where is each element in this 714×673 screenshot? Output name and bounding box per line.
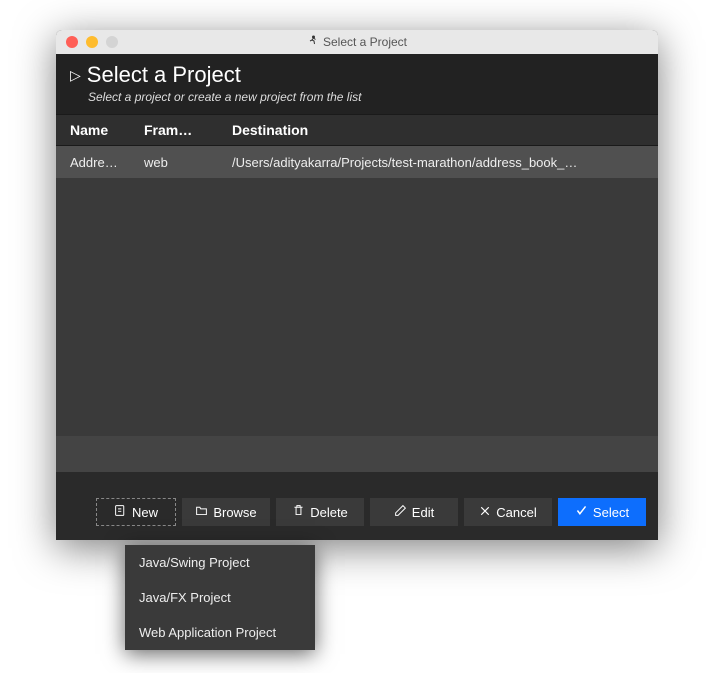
project-table: Name Fram… Destination Addre… web /Users…: [56, 114, 658, 472]
new-button[interactable]: New: [96, 498, 176, 526]
header-title-row: ▷ Select a Project: [70, 62, 644, 88]
dropdown-item-javafx[interactable]: Java/FX Project: [125, 580, 315, 615]
table-row[interactable]: Addre… web /Users/adityakarra/Projects/t…: [56, 146, 658, 178]
titlebar: Select a Project: [56, 30, 658, 54]
new-label: New: [132, 505, 158, 520]
pencil-icon: [394, 504, 407, 520]
dialog-header: ▷ Select a Project Select a project or c…: [56, 54, 658, 114]
column-destination[interactable]: Destination: [232, 122, 658, 138]
header-subtitle: Select a project or create a new project…: [70, 88, 644, 104]
disclosure-triangle-icon[interactable]: ▷: [70, 67, 81, 84]
cell-framework: web: [144, 155, 232, 170]
select-button[interactable]: Select: [558, 498, 646, 526]
dropdown-item-web[interactable]: Web Application Project: [125, 615, 315, 650]
new-project-dropdown: Java/Swing Project Java/FX Project Web A…: [125, 545, 315, 650]
browse-label: Browse: [213, 505, 256, 520]
runner-icon: [307, 35, 319, 50]
delete-button[interactable]: Delete: [276, 498, 364, 526]
edit-button[interactable]: Edit: [370, 498, 458, 526]
folder-icon: [195, 504, 208, 520]
table-empty-area[interactable]: [56, 178, 658, 436]
window-title-text: Select a Project: [323, 35, 407, 49]
table-footer-bar: [56, 436, 658, 472]
edit-label: Edit: [412, 505, 434, 520]
browse-button[interactable]: Browse: [182, 498, 270, 526]
cancel-label: Cancel: [496, 505, 536, 520]
select-label: Select: [593, 505, 629, 520]
check-icon: [575, 504, 588, 520]
column-name[interactable]: Name: [56, 122, 144, 138]
x-icon: [479, 505, 491, 520]
cancel-button[interactable]: Cancel: [464, 498, 552, 526]
cell-destination: /Users/adityakarra/Projects/test-maratho…: [232, 155, 658, 170]
new-icon: [114, 504, 127, 520]
window-title: Select a Project: [56, 35, 658, 50]
dialog-window: Select a Project ▷ Select a Project Sele…: [56, 30, 658, 540]
trash-icon: [292, 504, 305, 520]
delete-label: Delete: [310, 505, 348, 520]
cell-name: Addre…: [56, 155, 144, 170]
table-header: Name Fram… Destination: [56, 114, 658, 146]
dropdown-item-swing[interactable]: Java/Swing Project: [125, 545, 315, 580]
header-title: Select a Project: [87, 62, 241, 88]
button-bar: New Browse Delete Edit Cancel: [56, 488, 658, 540]
column-framework[interactable]: Fram…: [144, 122, 232, 138]
